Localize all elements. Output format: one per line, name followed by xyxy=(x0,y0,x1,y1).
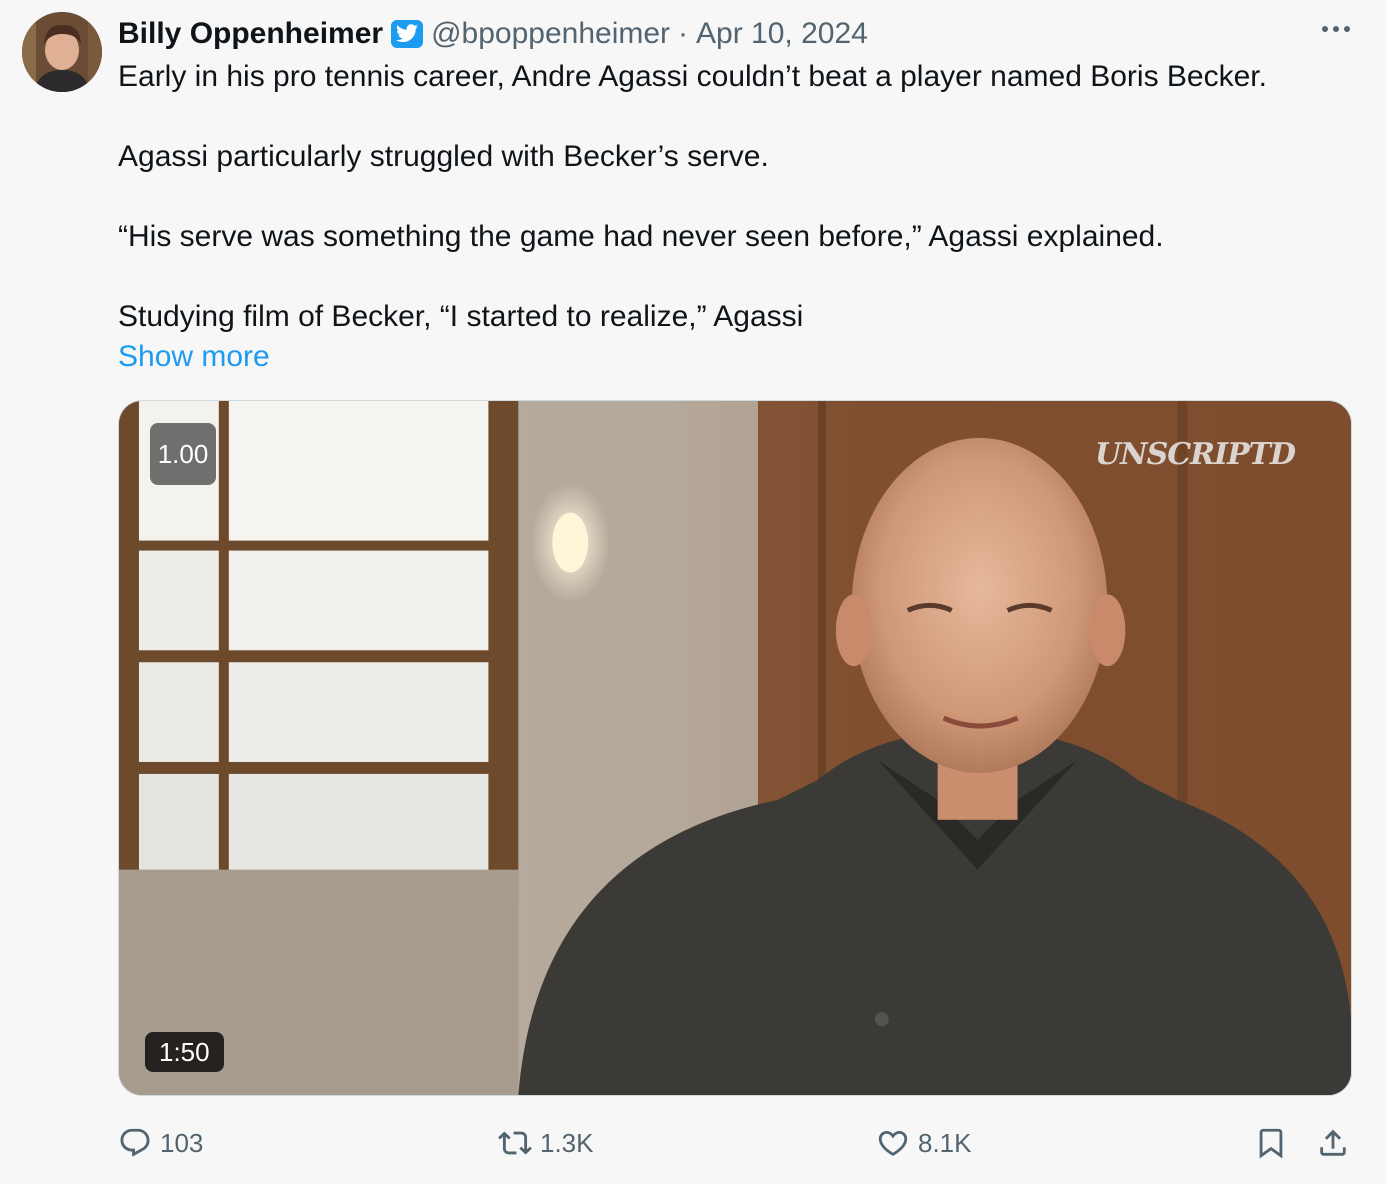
video-watermark: UNSCRIPTD xyxy=(1095,437,1296,472)
share-button[interactable] xyxy=(1316,1120,1350,1166)
tweet-paragraph: Studying film of Becker, “I started to r… xyxy=(118,300,804,333)
like-button[interactable]: 8.1K xyxy=(876,1120,972,1166)
tweet-paragraph: “His serve was something the game had ne… xyxy=(118,220,1164,253)
show-more-link[interactable]: Show more xyxy=(118,337,1348,377)
bookmark-icon xyxy=(1259,1128,1283,1159)
reply-button[interactable]: 103 xyxy=(118,1120,203,1166)
like-count: 8.1K xyxy=(918,1127,972,1158)
retweet-button[interactable]: 1.3K xyxy=(498,1120,594,1166)
more-dot xyxy=(1344,26,1350,32)
twitter-bird-icon xyxy=(396,24,419,43)
video-player[interactable]: 1.00 UNSCRIPTD 1:50 xyxy=(118,400,1352,1096)
verified-badge-icon xyxy=(391,20,424,48)
share-icon xyxy=(1320,1129,1346,1156)
retweet-icon xyxy=(498,1131,532,1155)
more-dot xyxy=(1333,26,1339,32)
playback-speed-button[interactable]: 1.00 xyxy=(150,423,216,485)
avatar[interactable] xyxy=(22,12,102,92)
tweet-paragraph: Agassi particularly struggled with Becke… xyxy=(118,140,769,173)
bookmark-button[interactable] xyxy=(1254,1120,1288,1166)
tweet-text: Early in his pro tennis career, Andre Ag… xyxy=(118,57,1348,377)
heart-icon xyxy=(878,1130,908,1156)
avatar-image xyxy=(22,12,102,92)
header-separator: · xyxy=(678,17,689,50)
video-frame xyxy=(119,401,1351,1095)
author-name[interactable]: Billy Oppenheimer xyxy=(118,17,383,51)
more-options-icon[interactable] xyxy=(1320,18,1352,40)
tweet-date[interactable]: Apr 10, 2024 xyxy=(696,17,868,51)
tweet-actions: 103 1.3K 8.1K xyxy=(118,1120,1352,1166)
retweet-count: 1.3K xyxy=(540,1127,594,1158)
more-dot xyxy=(1322,26,1328,32)
reply-count: 103 xyxy=(160,1127,204,1158)
tweet: Billy Oppenheimer @bpoppenheimer · Apr 1… xyxy=(0,0,1386,1184)
video-duration: 1:50 xyxy=(145,1032,224,1072)
tweet-paragraph: Early in his pro tennis career, Andre Ag… xyxy=(118,60,1267,93)
tweet-header: Billy Oppenheimer @bpoppenheimer · Apr 1… xyxy=(118,14,868,54)
reply-icon xyxy=(120,1128,150,1157)
author-handle[interactable]: @bpoppenheimer xyxy=(431,17,670,51)
